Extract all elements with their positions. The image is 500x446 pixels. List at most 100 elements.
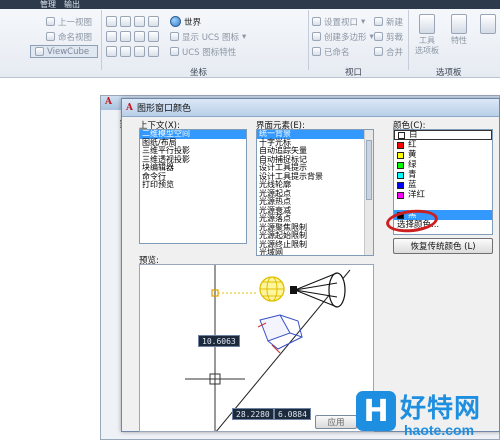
color-name: 红	[408, 140, 417, 150]
merge-button[interactable]: 合并	[374, 45, 403, 58]
dialog-titlebar: A 图形窗口颜色	[122, 99, 499, 117]
ribbon-tab-output[interactable]: 输出	[64, 0, 80, 10]
ucs-named-icon	[148, 46, 159, 57]
color-name: 青	[408, 170, 417, 180]
named-view-button[interactable]: 命名视图	[46, 30, 92, 43]
color-swatch	[397, 191, 404, 199]
ribbon-tab-manage[interactable]: 管理	[40, 0, 56, 10]
dimension-label: 10.6063	[198, 335, 240, 347]
dimension-label: 6.0884	[274, 408, 311, 420]
watermark-name: 好特网	[400, 394, 482, 424]
clip-icon	[374, 32, 383, 41]
color-swatch	[397, 181, 404, 189]
ucs-view-icon	[148, 16, 159, 27]
ribbon-separator	[408, 10, 409, 70]
ucs-origin-icon	[120, 16, 131, 27]
ucs-face-icon	[106, 46, 117, 57]
ucs-tools-row2[interactable]	[106, 30, 159, 43]
ucs-props-icon	[170, 47, 179, 56]
show-ucs-icon-dropdown[interactable]: 显示 UCS 图标 ▾	[170, 30, 246, 43]
color-list-item[interactable]: 红	[394, 140, 492, 150]
color-list-item[interactable]	[394, 200, 492, 210]
group-label-palettes: 选项板	[436, 68, 462, 78]
group-label-viewport: 视口	[345, 68, 363, 78]
color-list-item[interactable]: 白	[394, 130, 492, 140]
ribbon: 管理 输出 上一视图 命名视图 ViewCube 世界 显示 UCS 图标 ▾ …	[0, 0, 500, 78]
dimension-label: 28.2280	[232, 408, 274, 420]
color-name: 洋红	[408, 190, 426, 200]
ucs-display-icon	[170, 32, 179, 41]
scrollbar-thumb[interactable]	[366, 140, 372, 200]
preview-panel: 10.6063 28.2280 6.0884	[139, 264, 374, 432]
viewcube-icon	[35, 47, 44, 56]
interface-element-listbox[interactable]: 统一背景 十字光标 自动追踪矢量 自动捕捉标记 设计工具提示 设计工具提示背景 光线轮廓 光源…	[256, 129, 374, 256]
set-viewport-button[interactable]: 设置视口 ▾	[312, 15, 365, 28]
watermark-url: haote.com	[404, 422, 475, 438]
new-viewport-button[interactable]: 新建	[374, 15, 403, 28]
color-list-item[interactable]: 绿	[394, 160, 492, 170]
graphics-window-colors-dialog: A 图形窗口颜色 上下文(X): 二维模型空间 图纸/布局 三维平行投影 三维透视投影…	[121, 98, 500, 432]
watermark-logo: H	[356, 391, 396, 431]
color-name: 黄	[408, 150, 417, 160]
autocad-icon: A	[126, 102, 133, 113]
ucs-icon-props-button[interactable]: UCS 图标特性	[170, 45, 236, 58]
color-swatch	[397, 171, 404, 179]
color-list-item[interactable]: 黄	[394, 150, 492, 160]
ribbon-separator	[101, 10, 102, 70]
apply-button[interactable]: 应用	[315, 415, 357, 429]
create-polygon-button[interactable]: 创建多边形 ▾	[312, 30, 374, 43]
ribbon-tab-bar: 管理 输出	[0, 0, 500, 9]
merge-icon	[374, 47, 383, 56]
palette-icon	[480, 14, 496, 34]
named-viewport-icon	[312, 47, 321, 56]
color-list-item[interactable]: 洋红	[394, 190, 492, 200]
world-dropdown[interactable]: 世界	[170, 15, 201, 28]
color-list-item[interactable]: 青	[394, 170, 492, 180]
camera-cone	[290, 272, 346, 308]
new-icon	[374, 17, 383, 26]
named-viewport-button[interactable]: 已命名	[312, 45, 350, 58]
color-name: 白	[409, 130, 418, 140]
more-palette-button[interactable]	[474, 14, 500, 36]
ucs-apply-icon	[134, 46, 145, 57]
named-view-icon	[46, 32, 55, 41]
element-list-scrollbar[interactable]	[364, 130, 373, 255]
viewport-icon	[312, 17, 321, 26]
properties-button[interactable]: 特性	[445, 14, 473, 46]
prev-view-button[interactable]: 上一视图	[46, 15, 92, 28]
viewcube-button[interactable]: ViewCube	[30, 45, 98, 58]
ucs-zaxis-icon	[120, 46, 131, 57]
ucs-icon	[106, 16, 117, 27]
color-swatch	[397, 151, 404, 159]
clip-button[interactable]: 剪裁	[374, 30, 403, 43]
ribbon-separator	[308, 10, 309, 70]
ucs-tools-row3[interactable]	[106, 45, 159, 58]
context-listbox[interactable]: 二维模型空间 图纸/布局 三维平行投影 三维透视投影 块编辑器 命令行 打印预览	[139, 129, 247, 244]
color-swatch	[397, 141, 404, 149]
properties-icon	[451, 14, 467, 34]
ucs-z-icon	[120, 31, 131, 42]
group-label-coords: 坐标	[190, 68, 208, 78]
ucs-tools-row1[interactable]	[106, 15, 159, 28]
ucs-x-icon	[134, 16, 145, 27]
preview-drawing	[185, 265, 351, 431]
polygon-icon	[312, 32, 321, 41]
element-list-item[interactable]: 光域网	[257, 248, 373, 255]
tool-palette-icon	[419, 14, 435, 34]
color-list-item[interactable]: 蓝	[394, 180, 492, 190]
ucs-y-icon	[106, 31, 117, 42]
chevron-down-icon: ▾	[361, 16, 366, 27]
watermark: H 好特网 haote.com	[356, 386, 500, 446]
color-swatch	[397, 161, 404, 169]
prev-view-icon	[46, 17, 55, 26]
light-globe	[259, 276, 285, 302]
autocad-icon: A	[105, 97, 112, 107]
ucs-3point-icon	[134, 31, 145, 42]
tool-palette-button[interactable]: 工具 选项板	[413, 14, 441, 56]
world-icon	[170, 16, 181, 27]
color-swatch	[398, 131, 405, 139]
ucs-object-icon	[148, 31, 159, 42]
spotlight-shape	[257, 314, 303, 354]
context-list-item[interactable]: 打印预览	[140, 180, 246, 190]
restore-classic-colors-button[interactable]: 恢复传统颜色 (L)	[393, 238, 493, 254]
